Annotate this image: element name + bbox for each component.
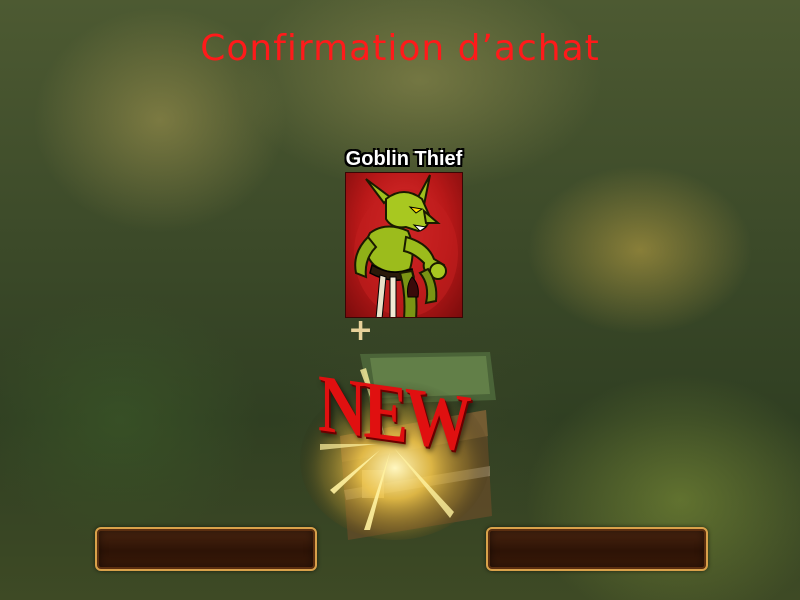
dialog-title: Confirmation d’achat <box>200 28 600 69</box>
confirm-button[interactable] <box>95 527 317 571</box>
item-name: Goblin Thief <box>345 148 463 170</box>
goblin-thief-portrait-icon <box>354 174 458 317</box>
item-card <box>345 172 463 318</box>
purchase-confirmation-screen: Confirmation d’achat Goblin Thief + NEW <box>0 0 800 600</box>
cancel-button[interactable] <box>486 527 708 571</box>
new-badge: NEW <box>318 357 469 470</box>
